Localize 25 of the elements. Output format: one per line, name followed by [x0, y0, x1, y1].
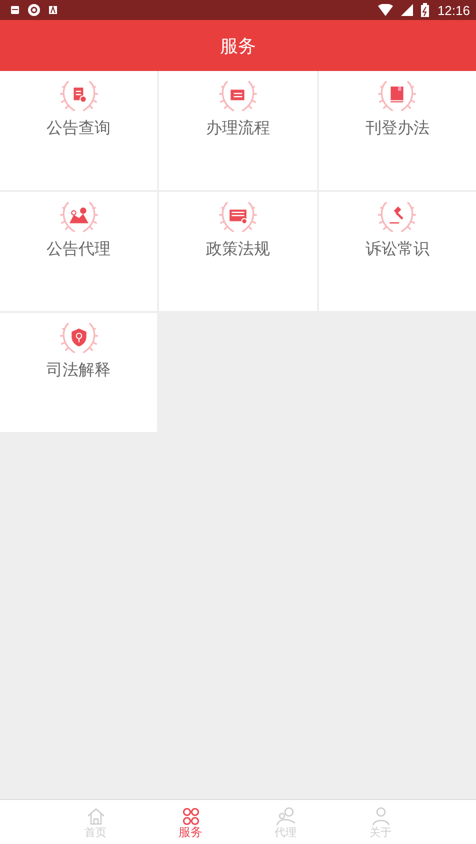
tile-label: 公告查询: [46, 118, 111, 139]
service-tile[interactable]: 公告查询: [0, 71, 158, 190]
service-tile[interactable]: 诉讼常识: [318, 192, 476, 311]
clock-time: 12:16: [437, 2, 470, 18]
tile-label: 政策法规: [206, 239, 270, 260]
tab-bar-item[interactable]: 服务: [143, 800, 238, 844]
service-tile[interactable]: 办理流程: [159, 71, 317, 190]
tile-label: 刊登办法: [365, 118, 430, 139]
service-tile[interactable]: 刊登办法: [318, 71, 476, 190]
app-icon: [48, 5, 58, 15]
signal-icon: [401, 4, 414, 16]
person-icon: [370, 806, 392, 826]
tile-label: 诉讼常识: [365, 239, 430, 260]
service-tile[interactable]: 公告代理: [0, 192, 158, 311]
people-icon: [274, 806, 296, 826]
notification-icon: [10, 5, 20, 15]
tile-label: 公告代理: [46, 239, 111, 260]
battery-icon: [421, 3, 430, 17]
tile-label: 办理流程: [206, 118, 270, 139]
wifi-icon: [378, 4, 394, 16]
service-tile[interactable]: 政策法规: [159, 192, 317, 311]
page-title: 服务: [220, 34, 256, 58]
service-tile[interactable]: 司法解释: [0, 313, 158, 432]
tile-label: 司法解释: [46, 360, 111, 381]
app-icon: [28, 4, 40, 16]
